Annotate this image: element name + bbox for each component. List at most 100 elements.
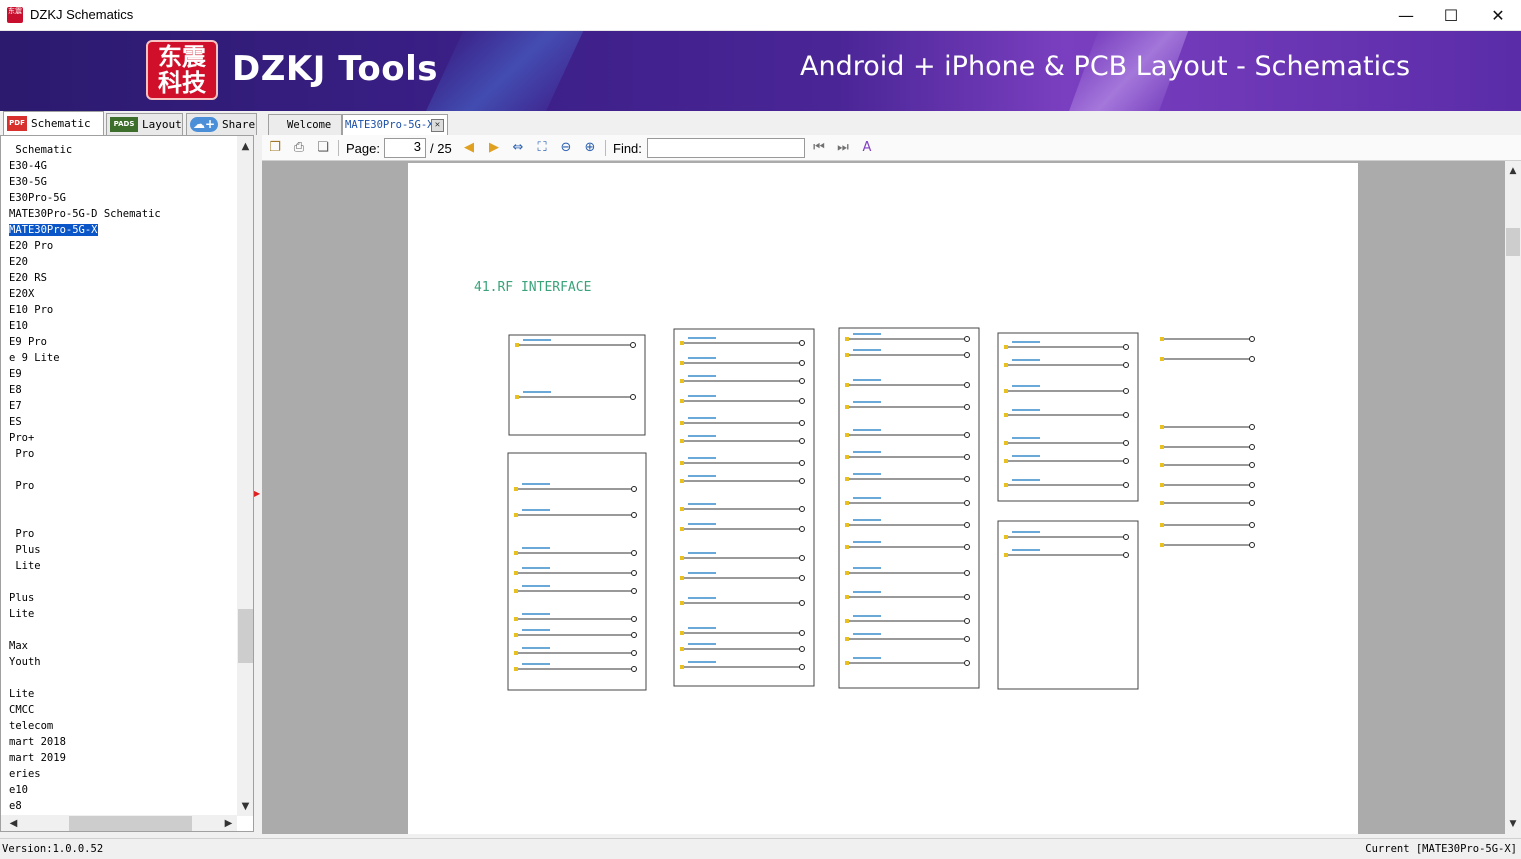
- scroll-up-icon[interactable]: ▲: [1505, 163, 1521, 179]
- tree-item[interactable]: Plus: [9, 542, 237, 558]
- tree-item[interactable]: Pro: [9, 478, 237, 494]
- tree-item[interactable]: [9, 510, 237, 526]
- next-page-icon[interactable]: ▶: [485, 139, 503, 157]
- scroll-thumb[interactable]: [238, 609, 253, 663]
- net-label-mark: [853, 379, 881, 381]
- model-tree[interactable]: Schematic E30-4G E30-5G E30Pro-5G MATE30Pro-…: [0, 135, 254, 832]
- tree-item[interactable]: E9: [9, 366, 237, 382]
- test-point: [1249, 444, 1255, 450]
- tree-item[interactable]: Lite: [9, 686, 237, 702]
- pages-icon[interactable]: ❏: [314, 139, 332, 157]
- tree-item[interactable]: Youth: [9, 654, 237, 670]
- tree-item[interactable]: Pro: [9, 526, 237, 542]
- find-next-icon[interactable]: ⏭: [834, 139, 852, 157]
- scroll-thumb[interactable]: [1506, 228, 1520, 256]
- fit-width-icon[interactable]: ⇔: [509, 139, 527, 157]
- scroll-down-icon[interactable]: ▼: [1505, 816, 1521, 832]
- net-label-mark: [1012, 359, 1040, 361]
- net-label-mark: [1012, 385, 1040, 387]
- close-tab-icon[interactable]: ✕: [431, 119, 444, 132]
- match-case-icon[interactable]: A: [858, 139, 876, 157]
- tree-item[interactable]: E20 RS: [9, 270, 237, 286]
- pin-marker: [845, 637, 849, 641]
- tree-item[interactable]: Lite: [9, 606, 237, 622]
- pin-marker: [1004, 483, 1008, 487]
- tree-item-label: MATE30Pro-5G-X: [8, 223, 99, 237]
- pin-marker: [845, 455, 849, 459]
- tree-item[interactable]: MATE30Pro-5G-X: [8, 222, 237, 238]
- splitter-collapse-icon[interactable]: ▶: [254, 489, 260, 499]
- document-vertical-scrollbar[interactable]: ▲ ▼: [1505, 161, 1521, 834]
- maximize-button[interactable]: ☐: [1428, 0, 1474, 30]
- logo-line: 东震: [158, 43, 206, 71]
- scroll-up-icon[interactable]: ▲: [237, 138, 253, 155]
- zoom-in-icon[interactable]: ⊕: [581, 139, 599, 157]
- pin-marker: [845, 571, 849, 575]
- tree-item[interactable]: E20 Pro: [9, 238, 237, 254]
- scroll-thumb[interactable]: [69, 816, 192, 831]
- tree-item[interactable]: Pro: [9, 446, 237, 462]
- tree-item[interactable]: [9, 670, 237, 686]
- tree-item[interactable]: E10 Pro: [9, 302, 237, 318]
- find-previous-icon[interactable]: ⏮: [810, 139, 828, 157]
- tree-item[interactable]: [9, 494, 237, 510]
- net-label-mark: [688, 597, 716, 599]
- print-icon[interactable]: ⎙: [290, 139, 308, 157]
- banner-slogan: Android + iPhone & PCB Layout - Schemati…: [800, 51, 1411, 82]
- tree-item[interactable]: E20: [9, 254, 237, 270]
- fit-page-icon[interactable]: ⛶: [533, 139, 551, 157]
- tree-item[interactable]: Pro+: [9, 430, 237, 446]
- tab-mate30pro-5g-x[interactable]: MATE30Pro-5G-X ✕: [342, 114, 448, 135]
- tree-item[interactable]: Max: [9, 638, 237, 654]
- tree-item[interactable]: E20X: [9, 286, 237, 302]
- tree-item[interactable]: E10: [9, 318, 237, 334]
- tab-schematic[interactable]: PDF Schematic: [3, 111, 104, 135]
- page-number-input[interactable]: 3: [384, 138, 426, 158]
- tree-item[interactable]: e10: [9, 782, 237, 798]
- test-point: [964, 660, 970, 666]
- tree-item[interactable]: Schematic: [9, 142, 237, 158]
- tree-item[interactable]: [9, 462, 237, 478]
- copy-icon[interactable]: ❐: [266, 139, 284, 157]
- previous-page-icon[interactable]: ◀: [460, 139, 478, 157]
- minimize-button[interactable]: —: [1383, 0, 1429, 30]
- tree-item[interactable]: e8: [9, 798, 237, 814]
- tab-welcome[interactable]: Welcome: [268, 114, 342, 135]
- document-view[interactable]: 41.RF INTERFACE: [262, 161, 1505, 834]
- tree-item[interactable]: [9, 622, 237, 638]
- net-label-mark: [853, 333, 881, 335]
- tree-item[interactable]: mart 2019: [9, 750, 237, 766]
- tree-item[interactable]: [9, 574, 237, 590]
- net-label-mark: [522, 585, 550, 587]
- tree-vertical-scrollbar[interactable]: ▲ ▼: [237, 136, 253, 816]
- tab-share[interactable]: ☁+ Share: [186, 113, 257, 135]
- tree-item[interactable]: CMCC: [9, 702, 237, 718]
- net-label-mark: [522, 613, 550, 615]
- tree-item[interactable]: E30-5G: [9, 174, 237, 190]
- tree-item[interactable]: mart 2018: [9, 734, 237, 750]
- tree-item-label: E30-5G: [9, 176, 47, 188]
- scroll-right-icon[interactable]: ▶: [220, 815, 237, 831]
- close-button[interactable]: ✕: [1475, 0, 1521, 30]
- tree-item[interactable]: telecom: [9, 718, 237, 734]
- tree-item[interactable]: E30-4G: [9, 158, 237, 174]
- tree-item[interactable]: e 9 Lite: [9, 350, 237, 366]
- banner: 东震 科技 DZKJ Tools Android + iPhone & PCB …: [0, 31, 1521, 111]
- pads-icon: PADS: [110, 117, 138, 132]
- tree-item[interactable]: E7: [9, 398, 237, 414]
- tree-item[interactable]: E8: [9, 382, 237, 398]
- tab-layout[interactable]: PADS Layout: [106, 113, 183, 135]
- tree-item[interactable]: ES: [9, 414, 237, 430]
- tree-item[interactable]: Lite: [9, 558, 237, 574]
- scroll-left-icon[interactable]: ◀: [5, 815, 22, 831]
- tree-item[interactable]: E9 Pro: [9, 334, 237, 350]
- scroll-down-icon[interactable]: ▼: [237, 798, 253, 815]
- tree-item-label: E20: [9, 256, 28, 268]
- tree-item[interactable]: Plus: [9, 590, 237, 606]
- tree-item[interactable]: E30Pro-5G: [9, 190, 237, 206]
- zoom-out-icon[interactable]: ⊖: [557, 139, 575, 157]
- tree-item[interactable]: MATE30Pro-5G-D Schematic: [9, 206, 237, 222]
- find-input[interactable]: [647, 138, 805, 158]
- tree-horizontal-scrollbar[interactable]: ◀ ▶: [1, 815, 237, 831]
- tree-item[interactable]: eries: [9, 766, 237, 782]
